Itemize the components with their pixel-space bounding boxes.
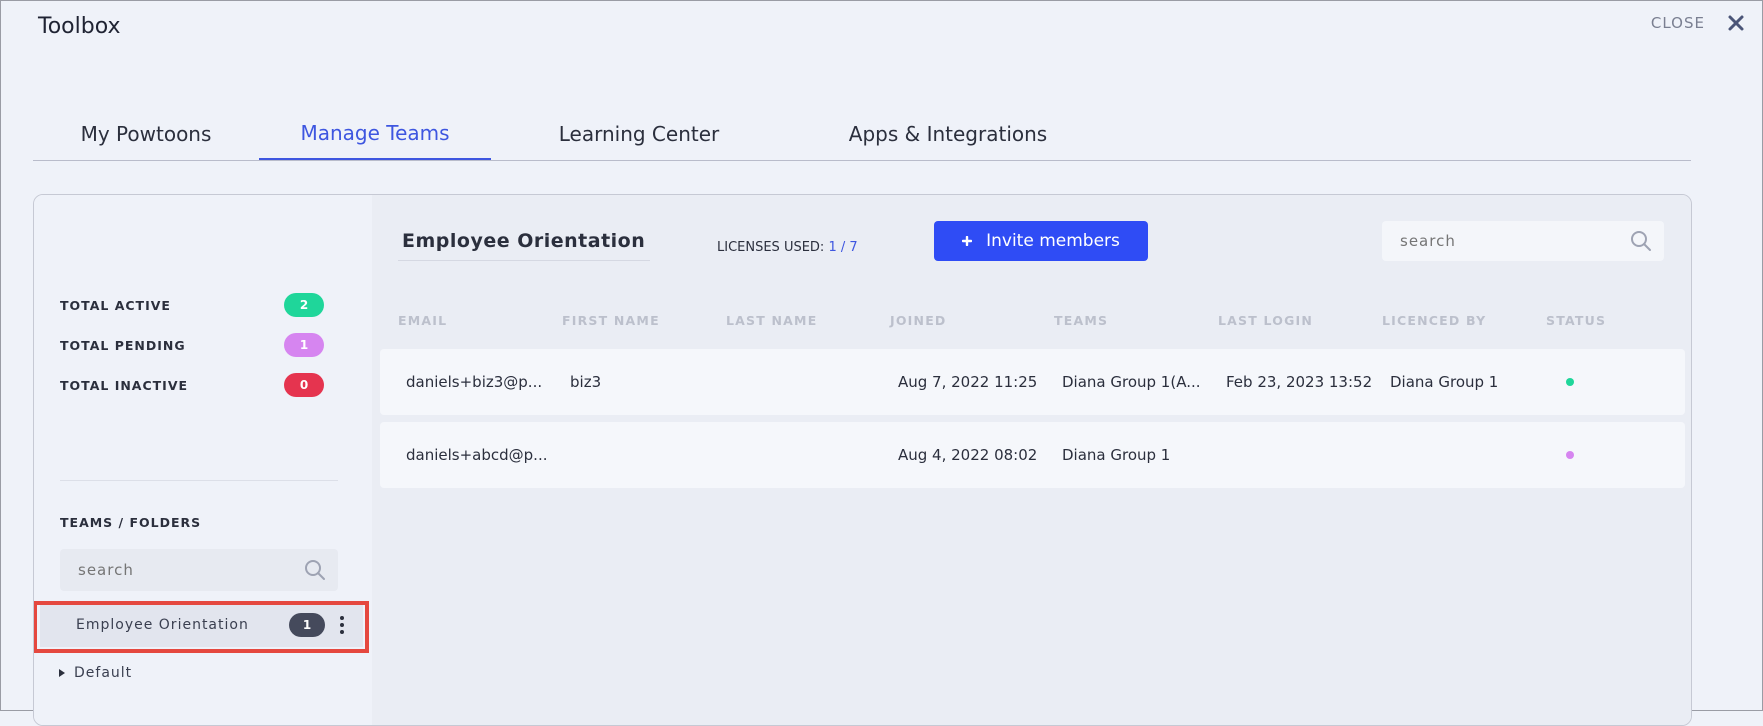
members-area: Employee Orientation LICENSES USED: 1 / … (372, 195, 1691, 725)
member-search-box (1382, 221, 1664, 261)
stat-count-badge: 0 (284, 373, 324, 397)
teams-folders-title: TEAMS / FOLDERS (60, 515, 202, 530)
close-button[interactable]: CLOSE (1651, 14, 1745, 32)
cell-last-login: Feb 23, 2023 13:52 (1226, 373, 1373, 391)
invite-members-button[interactable]: Invite members (934, 221, 1148, 261)
cell-licenced-by: Diana Group 1 (1390, 373, 1499, 391)
folder-item-default[interactable]: Default (58, 665, 132, 681)
stat-count-badge: 1 (284, 333, 324, 357)
table-row[interactable]: daniels+biz3@p... biz3 Aug 7, 2022 11:25… (380, 349, 1685, 415)
status-active-icon (1566, 378, 1574, 386)
team-item-employee-orientation[interactable]: Employee Orientation 1 (40, 603, 363, 647)
tab-my-powtoons[interactable]: My Powtoons (33, 108, 259, 160)
table-row[interactable]: daniels+abcd@p... Aug 4, 2022 08:02 Dian… (380, 422, 1685, 488)
tab-apps-integrations[interactable]: Apps & Integrations (787, 108, 1109, 160)
sidebar-divider (60, 480, 338, 481)
stat-label: TOTAL PENDING (60, 337, 186, 353)
cell-email: daniels+abcd@p... (406, 446, 548, 464)
members-table-header: EMAIL FIRST NAME LAST NAME JOINED TEAMS … (372, 313, 1691, 333)
cell-joined: Aug 4, 2022 08:02 (898, 446, 1038, 464)
member-search-input[interactable] (1398, 231, 1606, 251)
status-pending-icon (1566, 451, 1574, 459)
team-title: Employee Orientation (398, 221, 650, 261)
column-header-first-name[interactable]: FIRST NAME (562, 313, 660, 328)
tab-manage-teams[interactable]: Manage Teams (259, 108, 491, 160)
stat-label: TOTAL ACTIVE (60, 297, 171, 313)
plus-icon (962, 236, 973, 246)
stat-total-active: TOTAL ACTIVE 2 (60, 291, 324, 319)
cell-first-name: biz3 (570, 373, 602, 391)
stat-label: TOTAL INACTIVE (60, 377, 189, 393)
column-header-status[interactable]: STATUS (1546, 313, 1606, 328)
cell-teams: Diana Group 1(A... (1062, 373, 1201, 391)
team-item-label: Employee Orientation (76, 617, 249, 633)
app-title: Toolbox (38, 14, 121, 39)
tab-bar: My Powtoons Manage Teams Learning Center… (33, 108, 1691, 161)
folder-label: Default (74, 665, 133, 681)
licenses-count: 1 / 7 (828, 240, 858, 255)
sidebar: TOTAL ACTIVE 2 TOTAL PENDING 1 TOTAL INA… (34, 195, 372, 725)
cell-status (1566, 422, 1574, 488)
stat-count-badge: 2 (284, 293, 324, 317)
team-search-input[interactable] (76, 560, 280, 580)
search-icon[interactable] (1630, 230, 1652, 252)
invite-members-label: Invite members (986, 231, 1120, 251)
licenses-used: LICENSES USED: 1 / 7 (717, 240, 858, 255)
column-header-email[interactable]: EMAIL (398, 313, 447, 328)
column-header-last-name[interactable]: LAST NAME (726, 313, 817, 328)
column-header-last-login[interactable]: LAST LOGIN (1218, 313, 1313, 328)
more-options-icon[interactable] (337, 614, 347, 636)
cell-email: daniels+biz3@p... (406, 373, 543, 391)
team-member-count-badge: 1 (289, 613, 325, 637)
close-label: CLOSE (1650, 14, 1705, 32)
column-header-teams[interactable]: TEAMS (1054, 313, 1108, 328)
stat-total-pending: TOTAL PENDING 1 (60, 331, 324, 359)
close-icon (1728, 15, 1744, 31)
manage-teams-panel: TOTAL ACTIVE 2 TOTAL PENDING 1 TOTAL INA… (33, 194, 1692, 726)
tab-learning-center[interactable]: Learning Center (491, 108, 787, 160)
team-search-box (60, 549, 338, 591)
stat-total-inactive: TOTAL INACTIVE 0 (60, 371, 324, 399)
cell-joined: Aug 7, 2022 11:25 (898, 373, 1038, 391)
cell-teams: Diana Group 1 (1062, 446, 1171, 464)
caret-right-icon[interactable] (58, 668, 66, 678)
licenses-label: LICENSES USED: (717, 240, 825, 255)
search-icon[interactable] (304, 559, 326, 581)
column-header-licenced-by[interactable]: LICENCED BY (1382, 313, 1486, 328)
column-header-joined[interactable]: JOINED (890, 313, 947, 328)
cell-status (1566, 349, 1574, 415)
